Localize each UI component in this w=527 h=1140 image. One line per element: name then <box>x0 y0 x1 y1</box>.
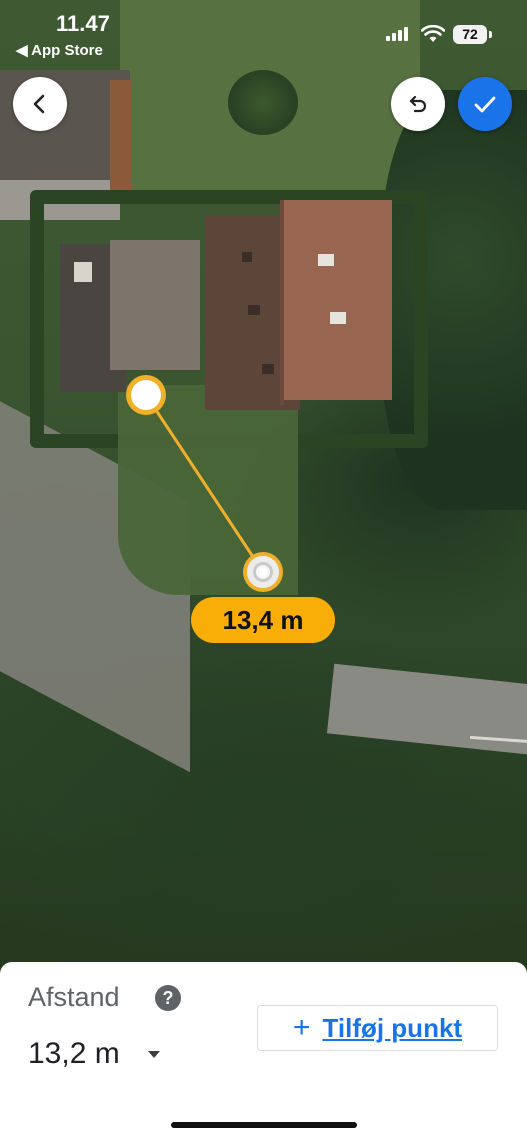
battery-indicator: 72 <box>453 25 487 44</box>
measurement-point-end[interactable] <box>243 552 283 592</box>
back-button[interactable] <box>13 77 67 131</box>
add-point-label: Tilføj punkt <box>322 1012 463 1043</box>
help-icon[interactable]: ? <box>155 985 181 1011</box>
cellular-signal-icon <box>386 27 408 41</box>
add-point-button[interactable]: + Tilføj punkt <box>257 1005 498 1051</box>
chevron-left-icon <box>33 94 45 114</box>
undo-icon <box>409 95 427 113</box>
wifi-icon <box>421 25 445 42</box>
home-indicator[interactable] <box>171 1122 357 1128</box>
done-button[interactable] <box>458 77 512 131</box>
checkmark-icon <box>474 96 496 113</box>
measurement-point-start[interactable] <box>126 375 166 415</box>
distance-heading: Afstand <box>28 982 120 1012</box>
satellite-map[interactable]: 13,4 m <box>0 0 527 968</box>
undo-button[interactable] <box>391 77 445 131</box>
status-bar: 11.47 ◀ App Store 72 <box>0 0 527 70</box>
plus-icon: + <box>292 1011 311 1044</box>
back-to-app-store-link[interactable]: ◀ App Store <box>16 41 103 59</box>
measurement-sheet: Afstand ? 13,2 m + Tilføj punkt <box>0 962 527 1140</box>
distance-label: 13,4 m <box>191 597 335 643</box>
measurement-line <box>144 394 265 573</box>
battery-tip <box>489 31 492 38</box>
unit-dropdown[interactable]: 13,2 m <box>28 1037 160 1071</box>
total-distance-value: 13,2 m <box>28 1037 120 1070</box>
dropdown-arrow-icon <box>147 1050 160 1058</box>
clock: 11.47 <box>56 11 110 36</box>
